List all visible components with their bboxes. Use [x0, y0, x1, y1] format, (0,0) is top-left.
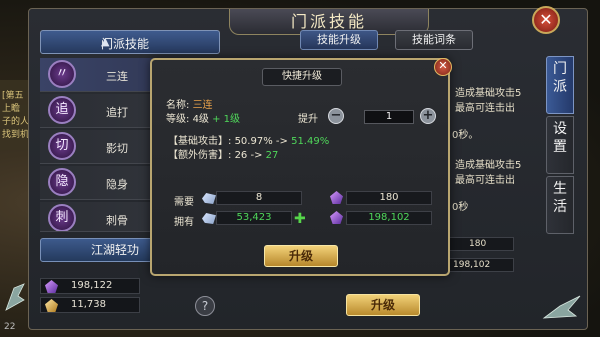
behind-desc-line4: 造成基础攻击5 — [455, 160, 522, 171]
stat-extra-damage-arrow: -> — [250, 150, 263, 161]
stat-basic-attack-to: 51.49% — [291, 136, 330, 147]
skill-level-label: 等级: — [166, 114, 190, 125]
gold-gem-icon — [45, 299, 58, 312]
skill-item-label: 三连 — [106, 70, 128, 83]
world-note-3: 子的人 — [2, 117, 30, 127]
need-gem-value: 180 — [346, 191, 432, 205]
window-title: 门派技能 — [290, 12, 367, 31]
world-bottom-text: 22 — [4, 322, 16, 332]
skill-level-value: 4级 — [192, 114, 209, 125]
stat-extra-damage-to: 27 — [265, 150, 279, 161]
need-label: 需要 — [174, 197, 194, 208]
resource-purple-gem: 198,122 — [40, 278, 140, 294]
side-tab-label: 门派 — [553, 61, 567, 95]
quick-upgrade-popup: 快捷升级 ✕ 名称: 三连 等级: 4级 + 1级 提升 − 1 + 【基础攻击… — [150, 58, 452, 276]
stat-extra-damage-from: 26 — [234, 150, 248, 161]
window-close-button[interactable]: ✕ — [532, 6, 560, 34]
resource-gold-value: 11,738 — [71, 299, 106, 310]
quantity-field[interactable]: 1 — [364, 110, 414, 124]
increase-button[interactable]: + — [420, 108, 436, 124]
skill-zhuida-icon: 追 — [48, 96, 76, 124]
need-silver-value: 8 — [216, 191, 302, 205]
behind-need-box: 180 — [448, 237, 514, 251]
bird-ornament-right-icon — [542, 295, 581, 319]
behind-have-box: 198,102 — [448, 258, 514, 272]
behind-desc-line2: 最高可连击出 — [455, 103, 515, 114]
have-silver-value: 53,423 — [216, 211, 292, 225]
skill-name-row: 名称: 三连 — [166, 96, 213, 111]
stat-basic-attack: 【基础攻击】: 50.97% -> 51.49% — [168, 132, 329, 147]
resource-gold-gem: 11,738 — [40, 297, 140, 313]
side-tab-menpai[interactable]: 门派 — [546, 56, 574, 114]
skill-item-label: 影切 — [106, 142, 128, 155]
add-silver-plus-icon[interactable]: ✚ — [294, 211, 306, 227]
skill-cigu-icon: 刺 — [48, 204, 76, 231]
tab-skill-upgrade[interactable]: 技能升级 — [300, 30, 378, 50]
purple-gem-icon — [45, 280, 58, 293]
stat-extra-damage-label: 【额外伤害】: — [168, 150, 232, 161]
world-note-4: 找到机 — [2, 130, 30, 140]
world-note-1: [第五 — [2, 91, 24, 101]
skill-yinshen-icon: 隐 — [48, 168, 76, 196]
popup-title: 快捷升级 — [262, 68, 342, 86]
purple-gem-icon — [330, 211, 343, 224]
skill-sanlian-icon: 〃 — [48, 60, 76, 88]
upgrade-button-background[interactable]: 升级 — [346, 294, 420, 316]
behind-desc-line5: 最高可连击出 — [455, 175, 515, 186]
chevron-up-icon: ▲ — [101, 35, 110, 48]
have-gem-value: 198,102 — [346, 211, 432, 225]
side-tab-life[interactable]: 生活 — [546, 176, 574, 234]
jianghu-qinggong-label: 江湖轻功 — [90, 243, 139, 257]
resource-purple-value: 198,122 — [71, 280, 113, 291]
silver-icon — [202, 213, 216, 224]
skill-item-label: 刺骨 — [106, 214, 128, 227]
help-button[interactable]: ? — [195, 296, 215, 316]
skill-yingqie-icon: 切 — [48, 132, 76, 160]
tab-skill-affix[interactable]: 技能词条 — [395, 30, 473, 50]
have-label: 拥有 — [174, 217, 194, 228]
skill-item-label: 隐身 — [106, 178, 128, 191]
behind-desc-line1: 造成基础攻击5 — [455, 88, 522, 99]
popup-close-button[interactable]: ✕ — [434, 58, 452, 76]
skill-item-label: 追打 — [106, 106, 128, 119]
quick-upgrade-button[interactable]: 升级 — [264, 245, 338, 267]
behind-desc-line3: 0秒。 — [452, 130, 479, 141]
side-tab-settings[interactable]: 设置 — [546, 116, 574, 174]
decrease-button[interactable]: − — [328, 108, 344, 124]
raise-label: 提升 — [298, 114, 318, 125]
skill-list-header[interactable]: 门派技能 ▲ — [40, 30, 220, 54]
skill-level-plus: + 1级 — [212, 114, 241, 125]
side-tab-label: 设置 — [553, 121, 567, 155]
skill-level-row: 等级: 4级 + 1级 — [166, 110, 240, 125]
purple-gem-icon — [330, 191, 343, 204]
stat-extra-damage: 【额外伤害】: 26 -> 27 — [168, 146, 278, 161]
silver-icon — [202, 193, 216, 204]
world-note-2: 上瞻 — [2, 104, 21, 114]
behind-desc-line6: 0秒 — [452, 202, 469, 213]
bird-ornament-icon — [5, 283, 25, 311]
side-tab-label: 生活 — [553, 181, 567, 215]
